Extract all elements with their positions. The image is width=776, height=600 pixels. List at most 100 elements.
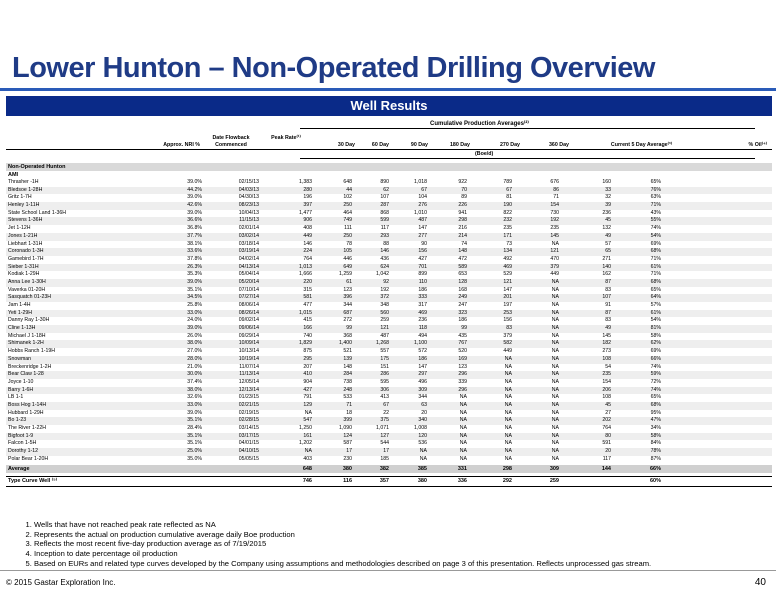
title-rule [0,88,776,91]
table-row: LB 1-1 32.6% 01/23/15 791 533 413 344 NA NA NA 108… [6,394,772,402]
cell-current-avg: 80 [605,432,611,439]
cell-nri: 39.0% [187,325,202,332]
cell-flowback-date: 05/05/15 [238,455,259,462]
cell-oil-pct: 68% [650,401,661,408]
table-row: Bigfoot 1-9 35.1% 03/17/15 161 124 127 120 NA NA… [6,432,772,441]
cell-day60: 375 [380,417,389,424]
cell-nri: 39.0% [187,194,202,201]
cell-peak-rate: 295 [303,355,312,362]
table-row: Cline 1-13H 39.0% 09/06/14 166 99 121 118 99 83 N… [6,325,772,333]
cell-day90: 156 [418,248,427,255]
cell-well-name: Falcon 1-5H [8,440,37,447]
cell-day180: NA [459,455,467,462]
table-row: Kodiak 1-29H 35.3% 05/04/14 1,666 1,259 1,042… [6,271,772,279]
cell-day60: 372 [380,294,389,301]
cell-nri: 35.1% [187,440,202,447]
cell-peak-rate: 449 [303,232,312,239]
cell-day270: 235 [503,225,512,232]
cell-nri: 25.8% [187,302,202,308]
cell-oil-pct: 69% [650,240,661,247]
average-day180: 331 [457,466,467,472]
cell-current-avg: 83 [605,286,611,293]
cell-day180: NA [459,409,467,416]
cell-day30: 738 [343,378,352,385]
cell-day180: 99 [461,325,467,332]
type-curve-peak-rate: 746 [302,478,312,484]
cell-day360: 449 [550,271,559,278]
col-header-flowback: Date Flowback Commenced [205,135,257,148]
cell-day90: 63 [421,401,427,408]
cell-flowback-date: 04/03/13 [238,186,259,193]
average-row: Average 648 380 382 385 331 298 309 144 66% [6,465,772,473]
cell-peak-rate: 280 [303,186,312,193]
cell-peak-rate: 764 [303,255,312,262]
type-curve-day360: 259 [549,478,559,484]
cell-day270: 492 [503,255,512,262]
cell-peak-rate: 1,666 [299,271,312,278]
cell-day270: NA [504,448,512,455]
cell-day180: 169 [458,355,467,362]
cell-well-name: Thrasher -1H [8,179,39,185]
cell-day30: 1,400 [339,340,352,347]
cell-peak-rate: 1,250 [299,425,312,431]
subsection-row: AMI [6,171,772,179]
cell-peak-rate: NA [304,409,312,416]
cell-day30: 250 [343,202,352,209]
cell-oil-pct: 55% [650,217,661,224]
cell-flowback-date: 09/02/14 [238,317,259,324]
cell-day360: 379 [550,263,559,270]
cell-day60: 1,071 [376,425,389,431]
cell-nri: 30.0% [187,371,202,378]
col-header-180day: 180 Day [449,142,470,148]
cell-day360: NA [551,378,559,385]
cell-day180: NA [459,425,467,431]
cell-day90: 67 [421,186,427,193]
cell-day360: 154 [550,202,559,209]
cell-day270: NA [504,386,512,393]
cell-nri: 38.0% [187,340,202,347]
cell-current-avg: 57 [605,240,611,247]
cell-well-name: LB 1-1 [8,394,24,401]
cell-peak-rate: NA [304,448,312,455]
cell-day180: 128 [458,278,467,285]
cell-day90: 494 [418,332,427,339]
cell-day270: NA [504,378,512,385]
cell-current-avg: 235 [602,371,611,378]
cell-day30: 105 [343,248,352,255]
cell-day180: 214 [458,232,467,239]
cell-flowback-date: 04/13/14 [238,263,259,270]
cell-oil-pct: 34% [650,425,661,431]
cell-day60: 436 [380,255,389,262]
cell-peak-rate: 408 [303,225,312,232]
cell-well-name: Cline 1-13H [8,325,36,332]
table-row: Sasquatch 01-23H 34.5% 07/27/14 581 396 372 33… [6,294,772,302]
cell-day90: 20 [421,409,427,416]
section-row: Non-Operated Hunton [6,163,772,171]
cell-current-avg: 45 [605,217,611,224]
cell-day60: 88 [383,240,389,247]
cell-day30: 521 [343,348,352,355]
cell-flowback-date: 02/15/13 [238,179,259,185]
cell-day30: 250 [343,232,352,239]
cell-day360: 145 [550,232,559,239]
cell-day270: 73 [506,240,512,247]
cell-oil-pct: 61% [650,263,661,270]
cell-day270: 67 [506,186,512,193]
cell-well-name: Polar Bear 1-20H [8,455,49,462]
cell-day270: NA [504,371,512,378]
cell-day270: 171 [503,232,512,239]
cell-day180: 589 [458,263,467,270]
cell-peak-rate: 427 [303,386,312,393]
cell-day360: 71 [553,194,559,201]
table-row: Michael J 1-18H 26.0% 09/29/14 740 368 487 494… [6,333,772,341]
cell-nri: 28.0% [187,355,202,362]
cell-day60: 127 [380,432,389,439]
cell-well-name: Liebhart 1-31H [8,240,43,247]
table-row: Bear Claw 1-28 30.0% 11/13/14 410 284 286 297 2… [6,371,772,379]
cell-peak-rate: 1,383 [299,179,312,185]
cell-flowback-date: 11/13/14 [239,371,259,378]
cell-day360: NA [551,432,559,439]
cell-oil-pct: 66% [650,355,661,362]
cell-day60: 306 [380,386,389,393]
cell-nri: 38.1% [187,240,202,247]
